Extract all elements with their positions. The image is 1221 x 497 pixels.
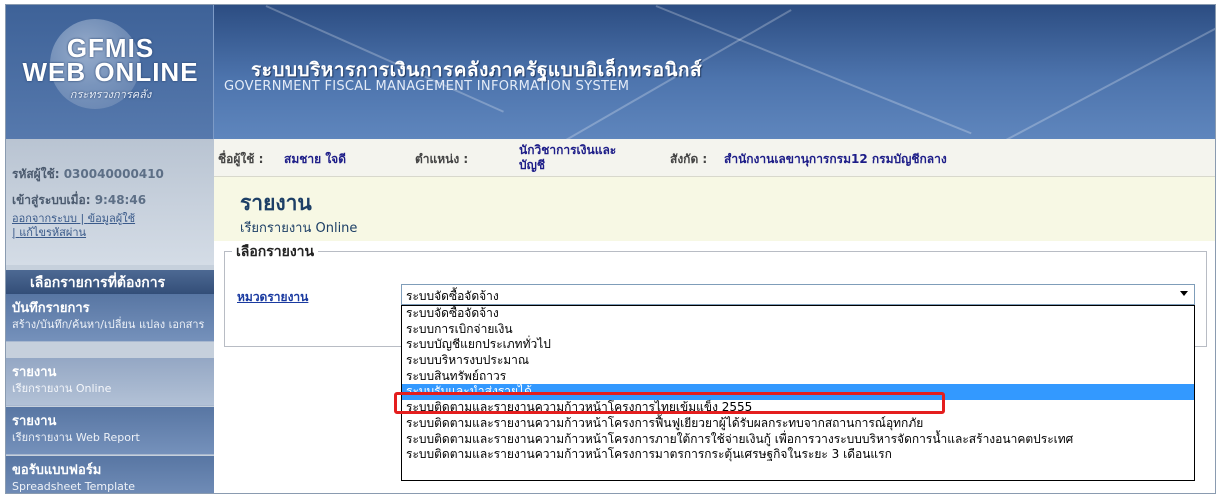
logo-text-web-online: WEB ONLINE — [22, 57, 199, 87]
login-time-row: เข้าสู่ระบบเมื่อ: 9:48:46 — [12, 191, 214, 210]
dropdown-option[interactable]: ระบบการเบิกจ่ายเงิน — [402, 322, 1194, 338]
sidebar-item-record[interactable]: บันทึกรายการ สร้าง/บันทึก/ค้นหา/เปลี่ยน … — [6, 294, 214, 342]
report-category-select[interactable]: ระบบจัดซื้อจัดจ้าง — [401, 284, 1195, 305]
sidebar-item-title: ขอรับแบบฟอร์ม — [12, 463, 102, 478]
logo-text-ministry: กระทรวงการคลัง — [69, 89, 152, 101]
link-separator: | — [80, 212, 85, 225]
report-category-label[interactable]: หมวดรายงาน — [237, 288, 308, 307]
position-label: ตำแหน่ง : — [415, 152, 469, 166]
dropdown-option[interactable]: ระบบจัดซื้อจัดจ้าง — [402, 306, 1194, 322]
header-banner: GFMIS WEB ONLINE กระทรวงการคลัง ระบบบริห… — [6, 5, 1215, 139]
sidebar-item-report-online[interactable]: รายงาน เรียกรายงาน Online — [6, 358, 214, 406]
dropdown-option[interactable]: ระบบบัญชีแยกประเภททั่วไป — [402, 337, 1194, 353]
user-info-bar: ชื่อผู้ใช้ : สมชาย ใจดี ตำแหน่ง : นักวิช… — [214, 139, 1215, 177]
sidebar-item-title: รายงาน — [12, 414, 57, 429]
user-info-link[interactable]: ข้อมูลผู้ใช้ — [88, 212, 135, 225]
page-title-band: รายงาน เรียกรายงาน Online — [214, 177, 1215, 241]
main-content: ชื่อผู้ใช้ : สมชาย ใจดี ตำแหน่ง : นักวิช… — [214, 139, 1215, 493]
dropdown-option[interactable]: ระบบติดตามและรายงานความก้าวหน้าโครงการไท… — [402, 400, 1194, 416]
system-title-english: GOVERNMENT FISCAL MANAGEMENT INFORMATION… — [224, 79, 630, 94]
sidebar-item-form-template[interactable]: ขอรับแบบฟอร์ม Spreadsheet Template — [6, 456, 214, 493]
sidebar-item-title: บันทึกรายการ — [12, 301, 90, 316]
sidebar-item-subtitle: เรียกรายงาน Web Report — [12, 431, 140, 444]
header-decor-stripe — [655, 5, 972, 135]
position-value-line2: บัญชี — [519, 158, 545, 172]
user-id-label: รหัสผู้ใช้: — [12, 167, 60, 181]
sidebar-item-subtitle: Spreadsheet Template — [12, 480, 135, 493]
sidebar-item-web-report[interactable]: รายงาน เรียกรายงาน Web Report — [6, 407, 214, 455]
username-label: ชื่อผู้ใช้ : — [218, 152, 264, 166]
dropdown-option-highlighted[interactable]: ระบบรับและนำส่งรายได้ — [402, 384, 1194, 401]
report-category-dropdown[interactable]: ระบบจัดซื้อจัดจ้าง ระบบการเบิกจ่ายเงิน ร… — [401, 305, 1195, 481]
sidebar-item-subtitle: สร้าง/บันทึก/ค้นหา/เปลี่ยน แปลง เอกสาร — [12, 318, 205, 331]
logout-link[interactable]: ออกจากระบบ — [12, 212, 77, 225]
user-links: ออกจากระบบ | ข้อมูลผู้ใช้ | แก้ไขรหัสผ่า… — [12, 212, 214, 240]
login-time-label: เข้าสู่ระบบเมื่อ: — [12, 193, 91, 207]
header-decor-stripe — [1005, 5, 1215, 139]
link-separator: | — [12, 226, 16, 239]
department-label: สังกัด : — [670, 152, 708, 166]
change-password-link[interactable]: แก้ไขรหัสผ่าน — [19, 226, 86, 239]
page-title: รายงาน — [240, 191, 312, 215]
menu-header: เลือกรายการที่ต้องการ — [6, 270, 214, 294]
dropdown-option[interactable]: ระบบติดตามและรายงานความก้าวหน้าโครงการภา… — [402, 432, 1194, 448]
gfmis-logo: GFMIS WEB ONLINE กระทรวงการคลัง — [6, 5, 214, 139]
user-id-row: รหัสผู้ใช้: 030040000410 — [12, 165, 214, 184]
page-subtitle: เรียกรายงาน Online — [240, 221, 358, 236]
dropdown-option[interactable]: ระบบติดตามและรายงานความก้าวหน้าโครงการฟื… — [402, 416, 1194, 432]
department-value: สำนักงานเลขานุการกรม12 กรมบัญชีกลาง — [724, 152, 947, 166]
chevron-down-icon[interactable] — [1180, 291, 1188, 296]
login-time-value: 9:48:46 — [94, 193, 147, 207]
left-sidebar: รหัสผู้ใช้: 030040000410 เข้าสู่ระบบเมื่… — [6, 139, 214, 493]
sidebar-item-subtitle: เรียกรายงาน Online — [12, 382, 112, 395]
dropdown-option[interactable]: ระบบสินทรัพย์ถาวร — [402, 369, 1194, 385]
select-value: ระบบจัดซื้อจัดจ้าง — [406, 289, 499, 303]
user-id-value: 030040000410 — [63, 167, 164, 181]
username-value: สมชาย ใจดี — [284, 152, 347, 166]
sidebar-item-title: รายงาน — [12, 365, 57, 380]
fieldset-legend: เลือกรายงาน — [232, 241, 319, 263]
user-session-box: รหัสผู้ใช้: 030040000410 เข้าสู่ระบบเมื่… — [6, 139, 214, 265]
dropdown-option[interactable]: ระบบติดตามและรายงานความก้าวหน้าโครงการมา… — [402, 447, 1194, 463]
app-window: GFMIS WEB ONLINE กระทรวงการคลัง ระบบบริห… — [5, 4, 1216, 494]
dropdown-option[interactable]: ระบบบริหารงบประมาณ — [402, 353, 1194, 369]
